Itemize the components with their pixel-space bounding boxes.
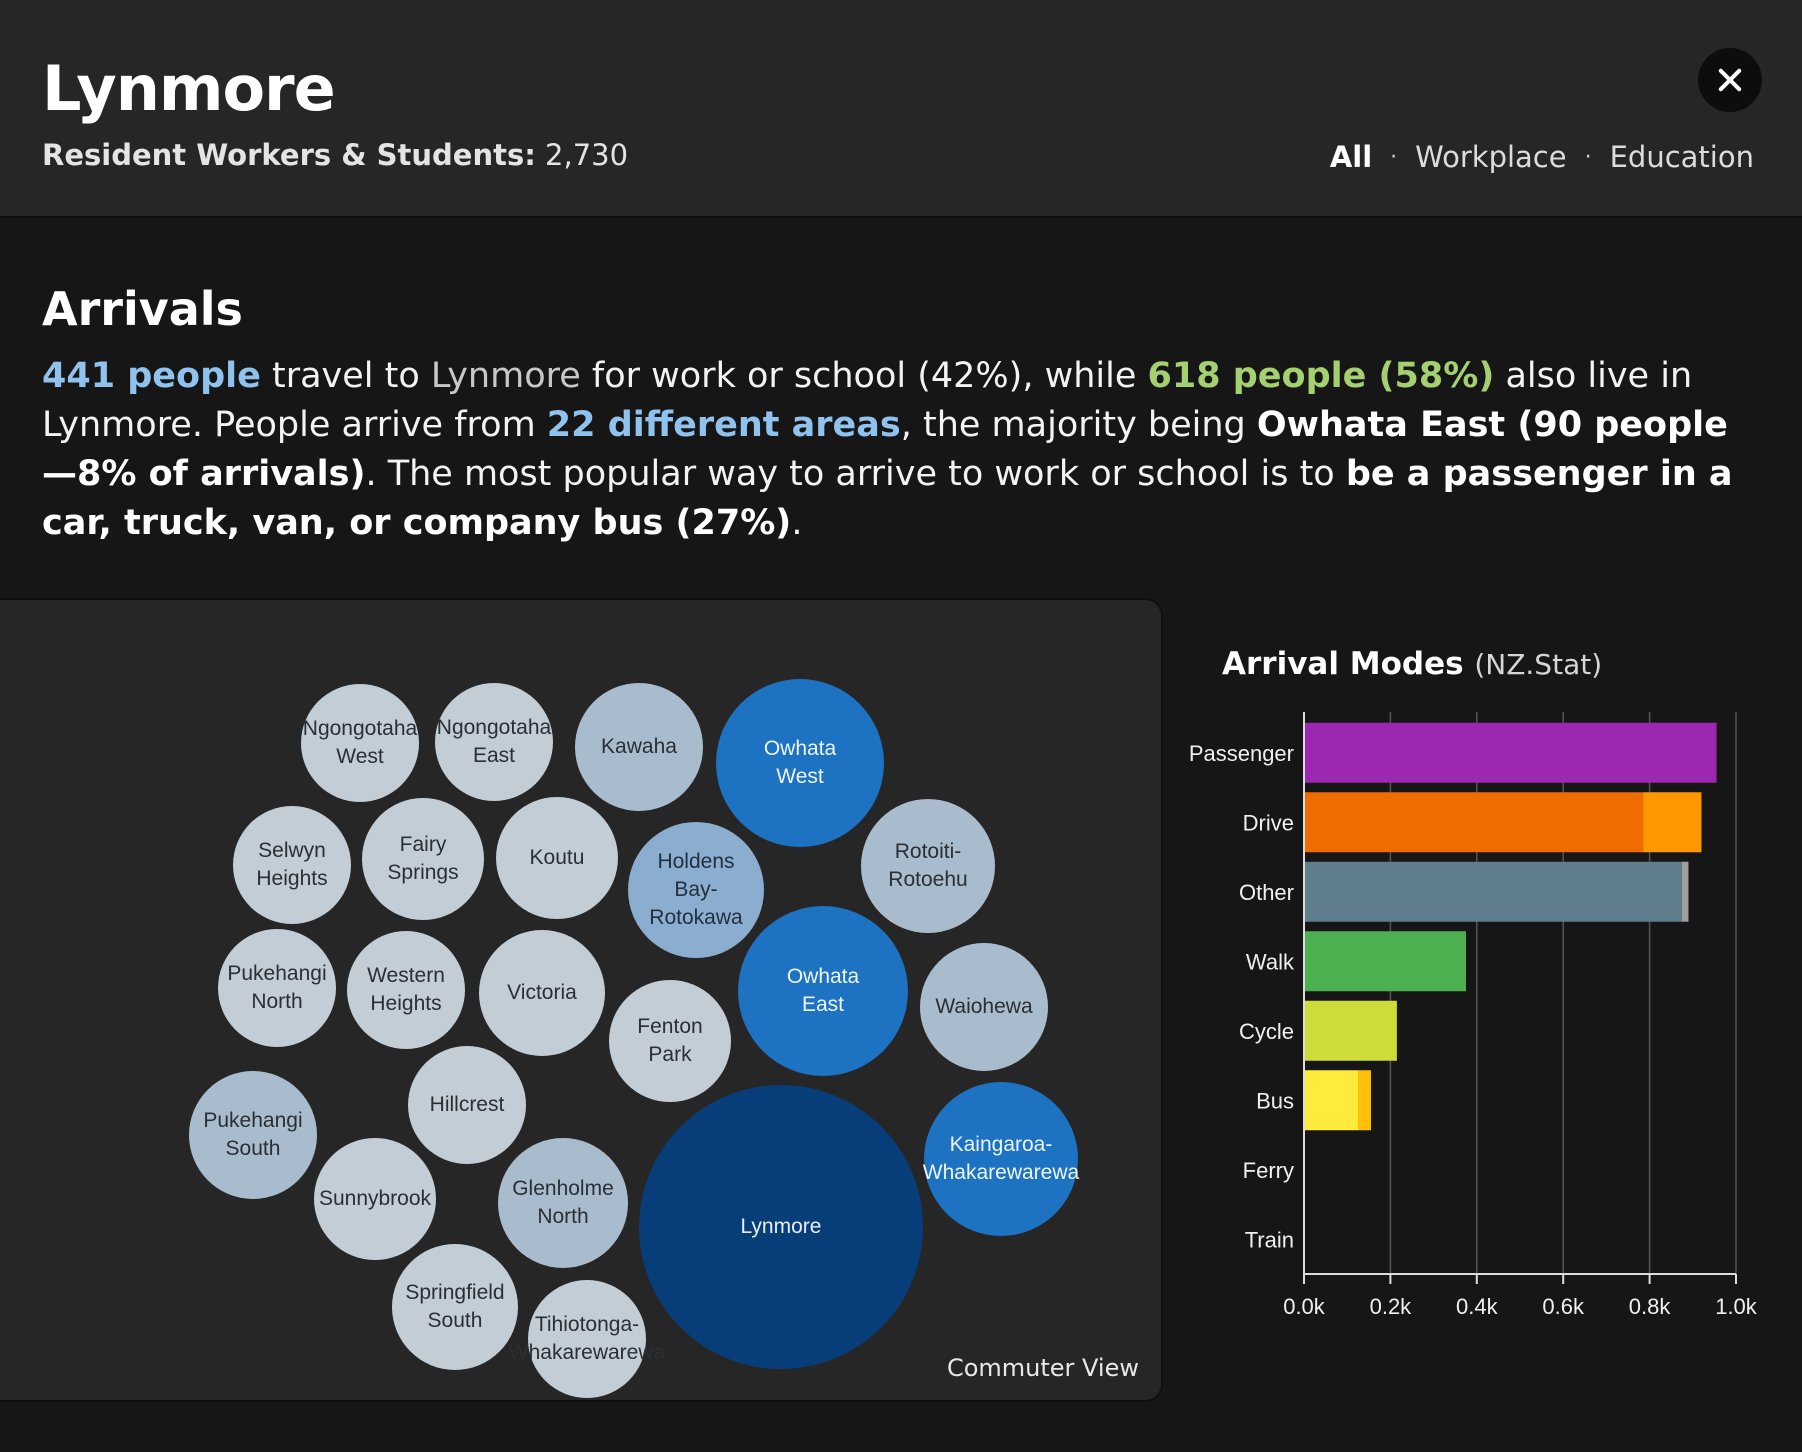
x-tick-label: 0.6k [1542,1294,1585,1319]
area-bubble-label: Owhata West [763,737,837,788]
y-category-label: Train [1245,1227,1294,1252]
y-category-label: Cycle [1239,1019,1294,1044]
resident-count: Resident Workers & Students: 2,730 [42,138,628,172]
area-bubble-label: Victoria [507,981,577,1004]
area-bubble[interactable]: Koutu [496,797,618,919]
area-bubble-label: Ngongotaha West [302,717,418,768]
area-bubble[interactable]: Ngongotaha East [435,683,553,801]
filter-tabs: All · Workplace · Education [1330,140,1754,174]
bar [1304,1070,1358,1131]
area-bubble-label: Owhata East [786,965,860,1016]
arrival-count: 441 people [42,356,261,396]
area-bubble-label: Kawaha [601,735,677,758]
area-bubble[interactable]: Holdens Bay- Rotokawa [628,822,764,958]
area-bubble-label: Pukehangi South [203,1109,303,1160]
area-bubble[interactable]: Lynmore [639,1085,923,1369]
area-bubble[interactable]: Owhata West [716,679,884,847]
area-bubble-label: Tihiotonga- Whakarewarewa [508,1313,666,1364]
bar-segment [1358,1070,1371,1131]
area-bubble-label: Holdens Bay- Rotokawa [649,850,743,929]
bar [1304,792,1644,853]
filter-all[interactable]: All [1330,140,1372,174]
y-category-label: Ferry [1243,1158,1294,1183]
separator-dot: · [1390,144,1398,170]
area-bubble[interactable]: Tihiotonga- Whakarewarewa [509,1280,665,1398]
area-bubble-label: Springfield South [405,1281,505,1332]
bar [1304,1000,1397,1061]
area-bubble-label: Ngongotaha East [436,716,552,767]
x-tick-label: 0.0k [1283,1294,1326,1319]
summary-text: for work or school (42%), while [580,356,1148,396]
y-category-label: Bus [1256,1088,1294,1113]
area-bubble[interactable]: Sunnybrook [314,1138,436,1260]
area-bubble[interactable]: Hillcrest [408,1046,526,1164]
y-category-label: Other [1239,880,1294,905]
area-bubble-label: Waiohewa [935,995,1033,1018]
area-bubble-label: Kaingaroa- Whakarewarewa [922,1133,1080,1184]
section-heading: Arrivals [42,282,243,336]
area-bubble[interactable]: Pukehangi South [189,1071,317,1199]
area-bubble[interactable]: Selwyn Heights [233,806,351,924]
chart-title: Arrival Modes (NZ.Stat) [1222,646,1602,682]
y-category-label: Walk [1246,949,1295,974]
summary-text: . The most popular way to arrive to work… [365,454,1346,494]
x-tick-label: 0.8k [1629,1294,1672,1319]
arrival-modes-chart: 0.0k 0.2k 0.4k 0.6k 0.8k 1.0k Passenger Drive Ot… [1189,712,1758,1319]
area-bubble[interactable]: Glenholme North [498,1138,628,1268]
area-bubble-label: Selwyn Heights [256,839,328,890]
summary-text: travel to [260,356,431,396]
area-bubble[interactable]: Western Heights [347,931,465,1049]
bar-segment [1643,792,1702,853]
filter-education[interactable]: Education [1610,140,1754,174]
area-bubble[interactable]: Ngongotaha West [301,684,419,802]
area-bubble[interactable]: Fairy Springs [362,798,484,920]
area-bubble-label: Hillcrest [429,1093,505,1116]
area-bubble-label: Western Heights [367,964,445,1015]
area-bubble-label: Pukehangi North [227,962,327,1013]
y-category-label: Drive [1243,810,1294,835]
page-title: Lynmore [42,52,336,125]
chart-source: (NZ.Stat) [1474,648,1603,681]
resident-count-label: Resident Workers & Students: [42,138,536,172]
area-bubble-label: Glenholme North [512,1177,614,1228]
x-tick-label: 0.4k [1456,1294,1499,1319]
area-bubble[interactable]: Kawaha [575,683,703,811]
area-bubble[interactable]: Pukehangi North [218,929,336,1047]
place-name: Lynmore [430,356,581,396]
bar [1304,722,1717,783]
area-count: 22 different areas [546,405,901,445]
area-bubble[interactable]: Waiohewa [920,943,1048,1071]
x-tick-label: 0.2k [1370,1294,1413,1319]
commuter-view-button[interactable]: Commuter View [947,1354,1139,1382]
close-icon[interactable] [1698,48,1762,112]
area-bubble[interactable]: Rotoiti- Rotoehu [861,799,995,933]
separator-dot: · [1584,144,1592,170]
area-bubble-label: Koutu [529,846,585,869]
area-bubble[interactable]: Victoria [479,930,605,1056]
area-bubble-label: Rotoiti- Rotoehu [888,840,968,891]
commuter-bubble-chart: Ngongotaha West Ngongotaha East Kawaha Owha… [0,598,1163,1402]
area-bubble[interactable]: Springfield South [392,1244,518,1370]
area-bubble-label: Fenton Park [637,1015,703,1066]
summary-text: . [791,503,803,543]
resident-count-value: 2,730 [545,138,629,172]
arrivals-summary: 441 people travel to Lynmore for work or… [42,352,1742,548]
local-count: 618 people (58%) [1147,356,1495,396]
x-tick-label: 1.0k [1715,1294,1758,1319]
chart-title-text: Arrival Modes [1222,646,1464,682]
bar [1304,861,1682,922]
bar [1304,931,1466,992]
area-bubble[interactable]: Owhata East [738,906,908,1076]
filter-workplace[interactable]: Workplace [1415,140,1566,174]
bar-segment [1682,861,1689,922]
area-bubble-label: Sunnybrook [318,1187,432,1210]
area-bubble-label: Lynmore [740,1215,822,1238]
summary-text: , the majority being [900,405,1257,445]
y-category-label: Passenger [1189,741,1294,766]
area-bubble[interactable]: Kaingaroa- Whakarewarewa [922,1082,1080,1236]
header: Lynmore Resident Workers & Students: 2,7… [0,0,1802,218]
area-bubble-label: Fairy Springs [387,833,459,884]
area-bubble[interactable]: Fenton Park [609,980,731,1102]
